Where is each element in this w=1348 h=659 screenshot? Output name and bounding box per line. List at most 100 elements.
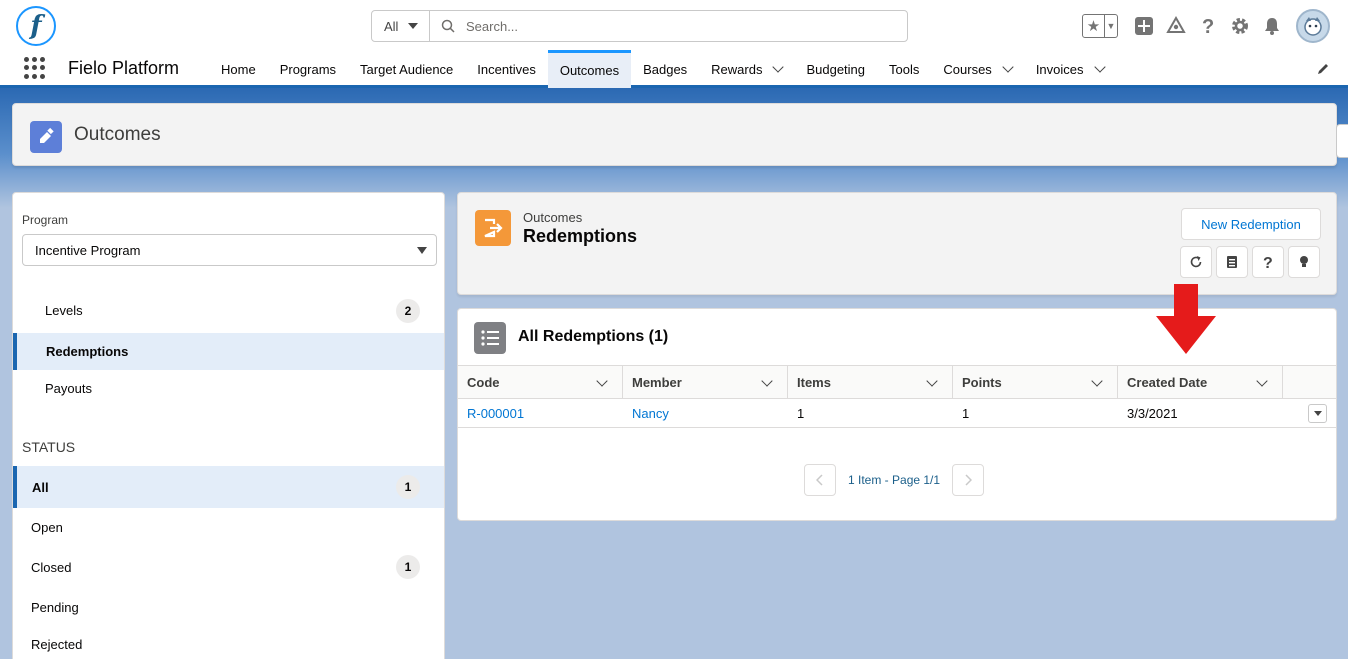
search-scope-dropdown[interactable]: All — [372, 11, 430, 41]
gear-icon[interactable] — [1224, 10, 1256, 42]
page-header: Outcomes — [12, 103, 1337, 166]
sidebar-item-redemptions[interactable]: Redemptions — [13, 333, 444, 370]
pencil-icon[interactable] — [1316, 62, 1330, 76]
program-select[interactable]: Incentive Program — [22, 234, 437, 266]
search-scope-label: All — [384, 18, 399, 34]
app-launcher-icon[interactable] — [24, 57, 46, 79]
tab-label: Tools — [889, 61, 920, 77]
tab-label: Incentives — [477, 61, 536, 77]
page-title: Outcomes — [74, 124, 161, 145]
chevron-down-icon[interactable] — [926, 375, 938, 387]
chevron-down-icon — [1313, 410, 1322, 416]
help-icon[interactable]: ? — [1192, 10, 1224, 42]
column-header-points[interactable]: Points — [953, 366, 1118, 399]
tab-rewards[interactable]: Rewards — [699, 50, 794, 88]
help-icon[interactable]: ? — [1252, 246, 1284, 278]
global-search: All — [371, 10, 908, 42]
column-header-member[interactable]: Member — [623, 366, 788, 399]
next-page-button[interactable] — [952, 464, 985, 496]
pagination: 1 Item - Page 1/1 — [804, 464, 985, 496]
sidebar-item-payouts[interactable]: Payouts — [13, 370, 444, 407]
search-icon — [430, 19, 466, 33]
tab-courses[interactable]: Courses — [931, 50, 1023, 88]
svg-text:?: ? — [1202, 16, 1214, 36]
chevron-down-icon[interactable] — [772, 60, 785, 73]
chevron-down-icon[interactable] — [1091, 375, 1103, 387]
tab-label: Programs — [279, 61, 337, 77]
left-filter-panel: Program Incentive Program Levels 2 Redem… — [12, 192, 445, 659]
list-icon — [474, 322, 506, 354]
sidebar-item-levels[interactable]: Levels 2 — [13, 292, 444, 329]
status-item-closed[interactable]: Closed 1 — [13, 548, 444, 586]
row-action-menu[interactable] — [1308, 403, 1327, 423]
program-select-value: Incentive Program — [35, 242, 141, 258]
status-item-label: Open — [31, 519, 63, 535]
plus-icon[interactable] — [1128, 10, 1160, 42]
avatar[interactable] — [1296, 9, 1330, 43]
record-header-card: Outcomes Redemptions New Redemption ? — [457, 192, 1337, 295]
app-nav-bar: Fielo Platform Home Programs Target Audi… — [0, 50, 1348, 88]
chevron-down-icon[interactable] — [596, 375, 608, 387]
member-link[interactable]: Nancy — [632, 406, 669, 421]
previous-page-button[interactable] — [804, 464, 836, 496]
count-badge: 2 — [396, 298, 420, 323]
column-label: Points — [962, 375, 1002, 390]
tab-incentives[interactable]: Incentives — [465, 50, 548, 88]
tab-outcomes[interactable]: Outcomes — [547, 50, 632, 88]
refresh-icon[interactable] — [1180, 246, 1212, 278]
new-redemption-button[interactable]: New Redemption — [1181, 208, 1321, 240]
tab-badges[interactable]: Badges — [631, 50, 699, 88]
favorites-caret-icon[interactable]: ▼ — [1105, 15, 1117, 37]
sidebar-item-label: Redemptions — [46, 344, 129, 359]
tab-label: Badges — [643, 61, 688, 77]
tab-label: Courses — [943, 61, 992, 77]
redemption-code-link[interactable]: R-000001 — [467, 406, 524, 421]
lightbulb-icon[interactable] — [1288, 246, 1320, 278]
cell-created-date: 3/3/2021 — [1127, 405, 1178, 421]
redemptions-table: Code Member Items Points Created Date R-… — [458, 365, 1336, 428]
redemptions-icon — [475, 210, 511, 246]
tab-budgeting[interactable]: Budgeting — [794, 50, 877, 88]
chevron-down-icon[interactable] — [1093, 60, 1106, 73]
svg-text:?: ? — [1263, 255, 1273, 270]
sidebar-item-label: Payouts — [45, 381, 92, 396]
chevron-down-icon[interactable] — [1256, 375, 1268, 387]
star-icon[interactable]: ★ — [1083, 15, 1105, 37]
sidebar-item-label: Levels — [45, 303, 83, 318]
column-header-code[interactable]: Code — [458, 366, 623, 399]
tab-label: Rewards — [711, 61, 763, 77]
record-header-subtitle: Outcomes — [523, 210, 583, 225]
chevron-down-icon[interactable] — [1002, 60, 1014, 73]
fielo-logo[interactable]: f — [16, 6, 56, 46]
nav-tabs: Home Programs Target Audience Incentives… — [209, 50, 1116, 88]
column-header-created-date[interactable]: Created Date — [1118, 366, 1283, 399]
cell-items: 1 — [797, 405, 805, 421]
tab-invoices[interactable]: Invoices — [1024, 50, 1116, 88]
status-item-all[interactable]: All 1 — [13, 466, 444, 508]
status-item-label: All — [32, 479, 49, 495]
search-input[interactable] — [466, 18, 866, 34]
status-item-open[interactable]: Open — [13, 508, 444, 546]
count-badge: 1 — [396, 555, 420, 579]
pager-text: 1 Item - Page 1/1 — [848, 473, 941, 487]
list-view-icon[interactable] — [1216, 246, 1248, 278]
tab-programs[interactable]: Programs — [268, 50, 348, 88]
tab-label: Target Audience — [360, 61, 454, 77]
tab-label: Outcomes — [559, 63, 620, 78]
tab-label: Budgeting — [806, 61, 866, 77]
status-item-pending[interactable]: Pending — [13, 588, 444, 626]
app-name: Fielo Platform — [68, 58, 180, 78]
count-badge: 1 — [396, 475, 420, 499]
status-item-rejected[interactable]: Rejected — [13, 625, 444, 659]
bell-icon[interactable] — [1256, 10, 1288, 42]
tab-tools[interactable]: Tools — [877, 50, 931, 88]
status-item-label: Rejected — [31, 636, 83, 652]
trailhead-icon[interactable] — [1160, 10, 1192, 42]
tab-label: Home — [221, 61, 256, 77]
column-header-items[interactable]: Items — [788, 366, 953, 399]
panel-collapse-handle[interactable] — [1336, 124, 1348, 158]
tab-home[interactable]: Home — [209, 50, 268, 88]
header-utility-icons: ★ ▼ ? — [1082, 8, 1330, 44]
chevron-down-icon[interactable] — [761, 375, 773, 387]
tab-target-audience[interactable]: Target Audience — [348, 50, 465, 88]
